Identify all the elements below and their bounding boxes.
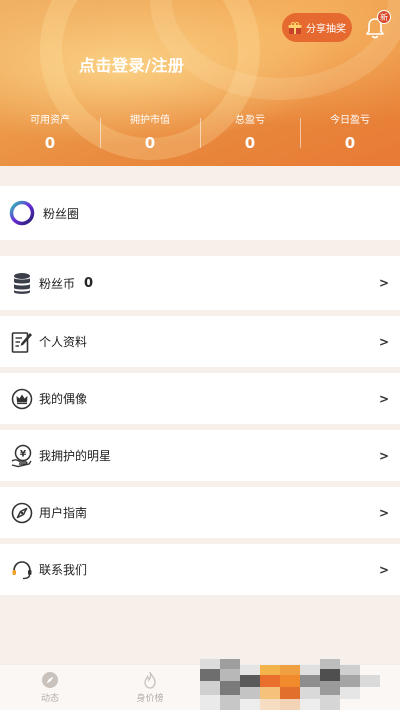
- tab-label: 身价榜: [136, 694, 164, 704]
- compass-icon: [41, 671, 59, 689]
- stat-total-pnl: 总盈亏 0: [200, 114, 300, 154]
- menu-label: 我的偶像: [39, 392, 88, 406]
- stat-today-pnl: 今日盈亏 0: [300, 114, 400, 154]
- edit-document-icon: [10, 330, 34, 354]
- stat-value: 0: [244, 134, 256, 152]
- stat-value: 0: [344, 134, 356, 152]
- headset-icon: [10, 558, 34, 582]
- menu-profile[interactable]: 个人资料 >: [0, 316, 400, 367]
- menu-user-guide[interactable]: 用户指南 >: [0, 487, 400, 538]
- menu-fans-circle[interactable]: 粉丝圈: [0, 186, 400, 240]
- yuan-hand-icon: ¥: [10, 444, 34, 468]
- chevron-right-icon: >: [378, 448, 389, 463]
- ring-icon: [8, 199, 36, 227]
- tab-label: 动态: [40, 694, 59, 704]
- chevron-right-icon: >: [378, 391, 389, 406]
- gift-icon: [288, 21, 302, 34]
- menu-label: 个人资料: [39, 335, 88, 349]
- profile-header: 分享抽奖 新 点击登录/注册 可用资产 0 拥护市值 0 总盈亏 0 今日盈亏 …: [0, 0, 400, 166]
- new-badge: 新: [377, 10, 391, 24]
- stat-value: 0: [44, 134, 56, 152]
- stat-available-assets: 可用资产 0: [0, 114, 100, 154]
- tab-ranking[interactable]: 身价榜: [100, 665, 200, 710]
- menu-my-stars[interactable]: ¥ 我拥护的明星 >: [0, 430, 400, 481]
- chevron-right-icon: >: [378, 334, 389, 349]
- menu-contact-us[interactable]: 联系我们 >: [0, 544, 400, 595]
- chevron-right-icon: >: [378, 505, 389, 520]
- compass-icon: [10, 501, 34, 525]
- menu-label: 粉丝币: [39, 276, 76, 291]
- menu-label: 粉丝圈: [43, 206, 80, 221]
- stat-value: 0: [144, 134, 156, 152]
- asset-stats: 可用资产 0 拥护市值 0 总盈亏 0 今日盈亏 0: [0, 114, 400, 154]
- notification-button[interactable]: 新: [364, 10, 391, 40]
- stat-label: 可用资产: [30, 115, 70, 126]
- share-lottery-button[interactable]: 分享抽奖: [282, 13, 352, 42]
- chevron-right-icon: >: [378, 562, 389, 577]
- menu-label: 联系我们: [39, 563, 88, 577]
- login-register-link[interactable]: 点击登录/注册: [79, 52, 184, 76]
- tab-feed[interactable]: 动态: [0, 665, 100, 710]
- pixelated-area: [200, 659, 380, 710]
- crown-icon: [10, 387, 34, 411]
- menu-my-idol[interactable]: 我的偶像 >: [0, 373, 400, 424]
- coins-icon: [10, 271, 34, 295]
- menu-label: 我拥护的明星: [39, 449, 112, 463]
- svg-text:¥: ¥: [20, 449, 27, 459]
- flame-icon: [141, 671, 159, 689]
- share-lottery-label: 分享抽奖: [306, 24, 346, 35]
- stat-support-value: 拥护市值 0: [100, 114, 200, 154]
- menu-fans-coin[interactable]: 粉丝币 0 >: [0, 256, 400, 310]
- menu-label: 用户指南: [39, 506, 88, 520]
- fans-coin-count: 0: [84, 275, 94, 291]
- stat-label: 今日盈亏: [330, 115, 370, 126]
- stat-label: 总盈亏: [235, 115, 265, 126]
- chevron-right-icon: >: [378, 276, 389, 290]
- stat-label: 拥护市值: [130, 115, 170, 126]
